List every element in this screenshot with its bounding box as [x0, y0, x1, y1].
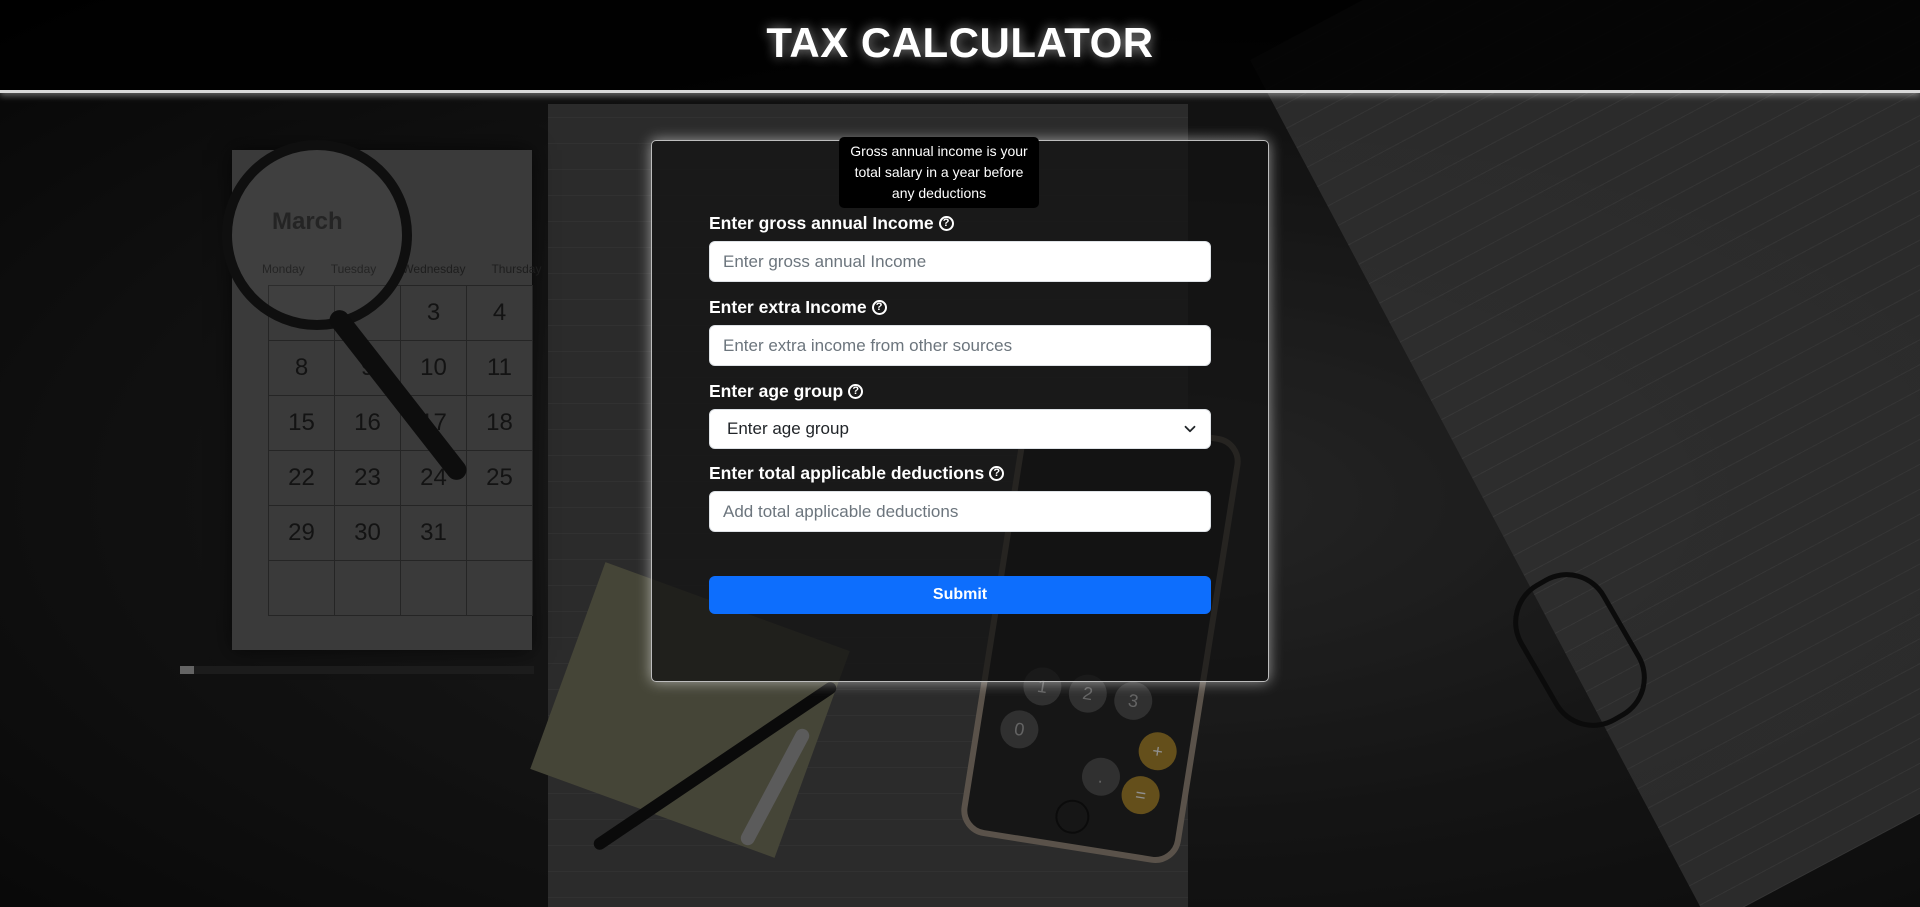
- gross-income-field: Enter gross annual Income ?: [709, 211, 1211, 282]
- deductions-input[interactable]: [709, 491, 1211, 532]
- help-icon[interactable]: ?: [871, 299, 887, 315]
- help-icon[interactable]: ?: [848, 383, 864, 399]
- help-icon[interactable]: ?: [989, 465, 1005, 481]
- page-title: TAX CALCULATOR: [766, 19, 1154, 66]
- gross-income-input[interactable]: [709, 241, 1211, 282]
- gross-income-label-row: Enter gross annual Income ?: [709, 211, 1211, 235]
- age-group-label-row: Enter age group ?: [709, 379, 1211, 403]
- deductions-label-row: Enter total applicable deductions ?: [709, 461, 1211, 485]
- deductions-field: Enter total applicable deductions ?: [709, 461, 1211, 532]
- tax-form-card: Enter gross annual Income ? Enter extra …: [651, 140, 1269, 682]
- age-group-label: Enter age group: [709, 380, 844, 401]
- submit-button[interactable]: Submit: [709, 576, 1211, 614]
- extra-income-label: Enter extra Income: [709, 296, 867, 317]
- page-header: TAX CALCULATOR: [0, 0, 1920, 93]
- gross-income-tooltip: Gross annual income is your total salary…: [839, 137, 1039, 208]
- extra-income-input[interactable]: [709, 325, 1211, 366]
- extra-income-field: Enter extra Income ?: [709, 295, 1211, 366]
- chevron-down-icon: [1184, 425, 1196, 433]
- help-icon[interactable]: ?: [938, 215, 954, 231]
- age-group-field: Enter age group ? Enter age group: [709, 379, 1211, 449]
- age-group-selected-value: Enter age group: [727, 419, 849, 438]
- age-group-select[interactable]: Enter age group: [709, 409, 1211, 449]
- extra-income-label-row: Enter extra Income ?: [709, 295, 1211, 319]
- deductions-label: Enter total applicable deductions: [709, 462, 985, 483]
- gross-income-label: Enter gross annual Income: [709, 212, 934, 233]
